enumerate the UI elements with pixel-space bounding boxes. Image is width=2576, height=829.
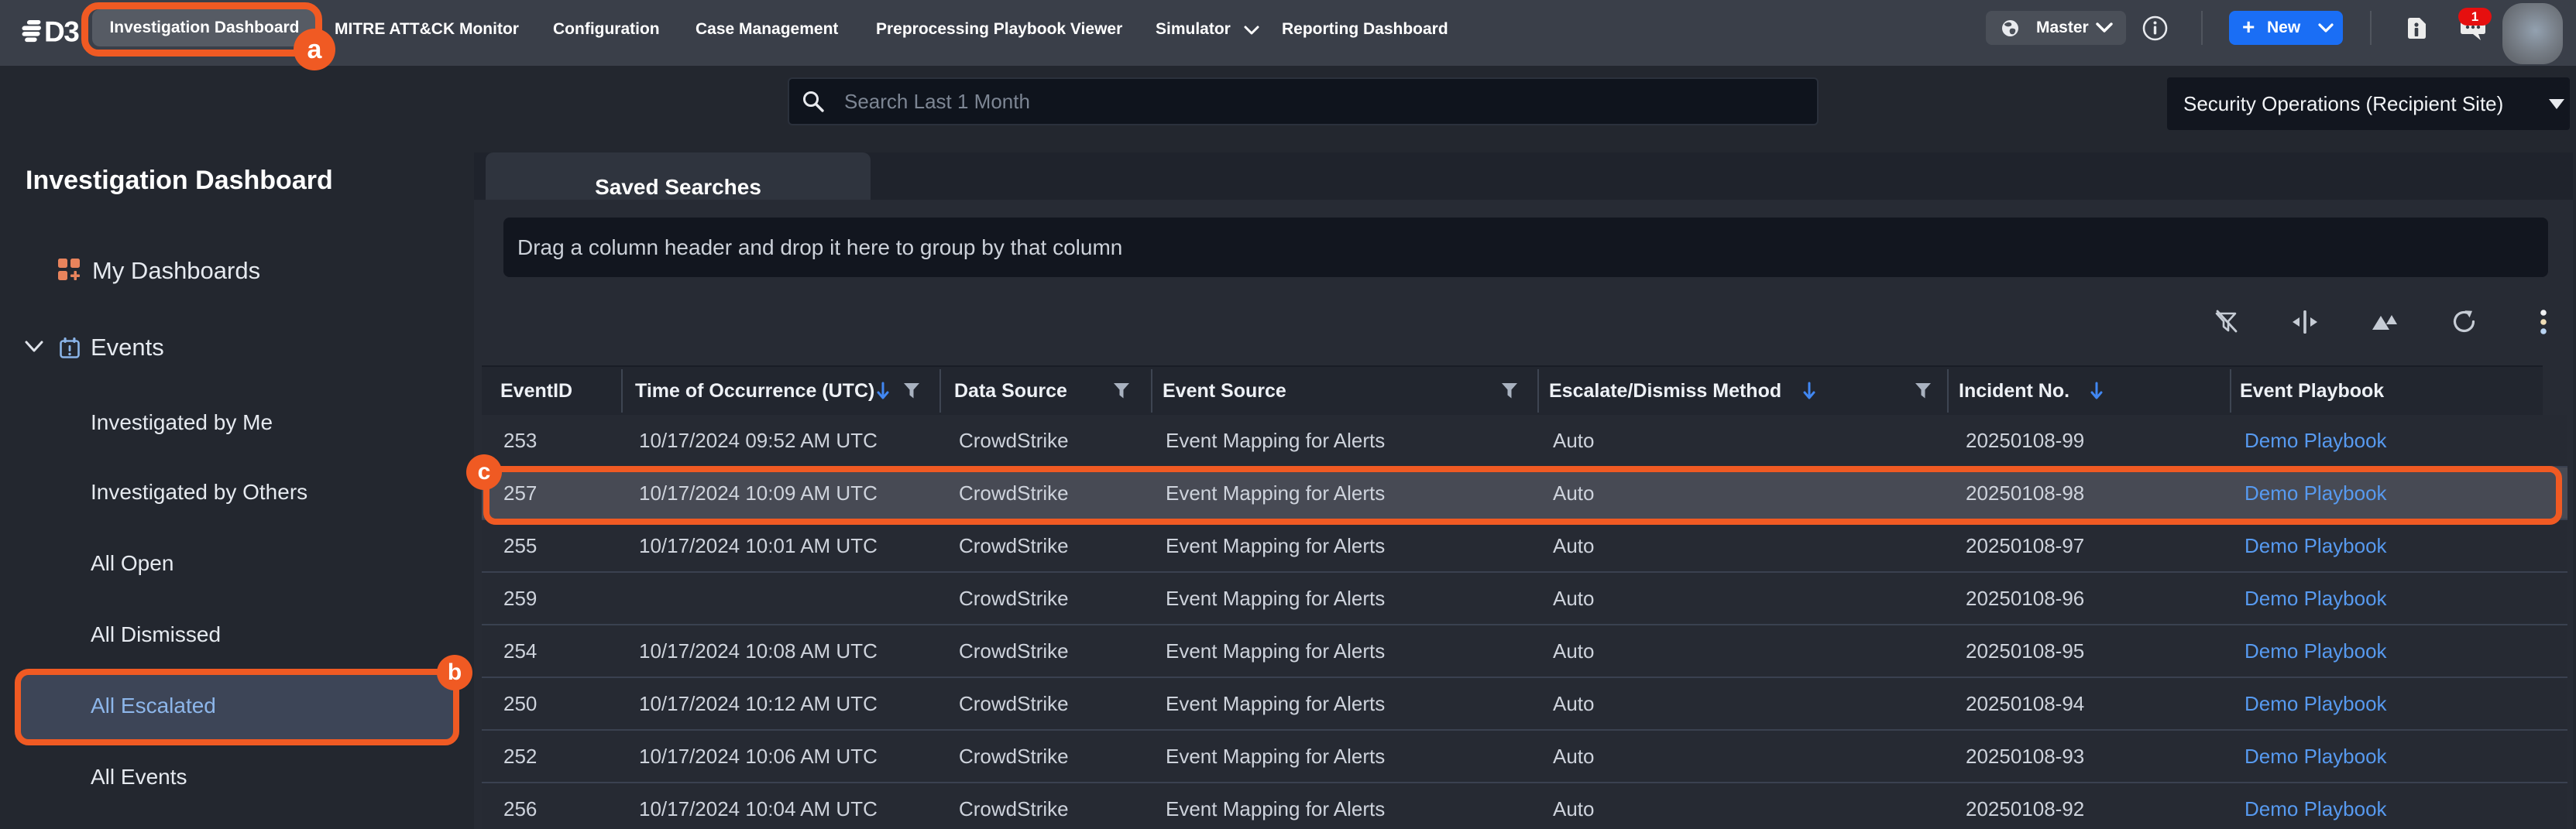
svg-text:D3: D3 bbox=[44, 19, 79, 43]
